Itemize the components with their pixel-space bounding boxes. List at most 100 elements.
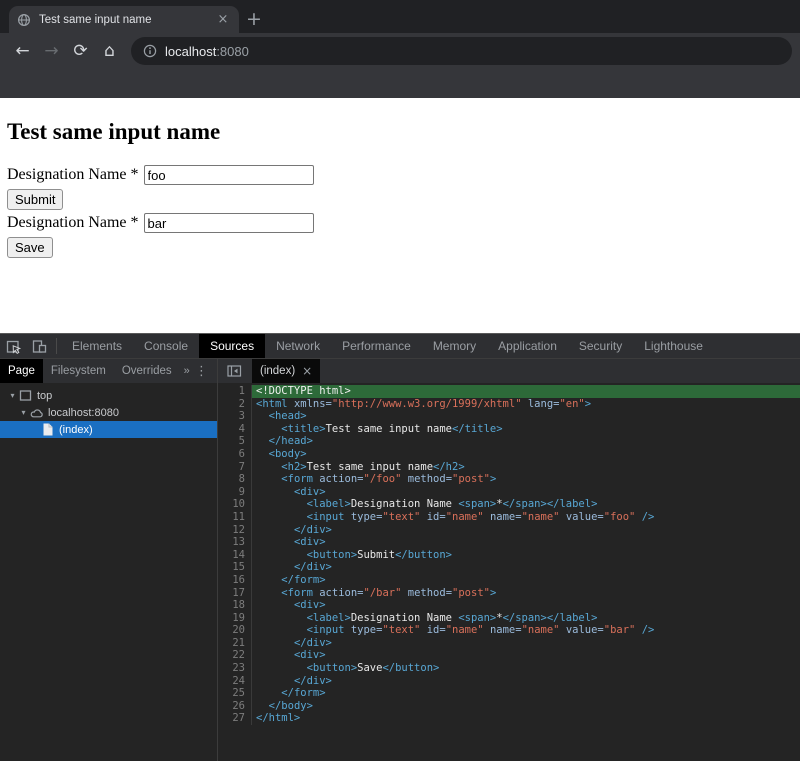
address-bar[interactable]: localhost:8080 bbox=[131, 37, 792, 65]
expand-arrow-icon[interactable]: ▾ bbox=[18, 408, 29, 417]
devtools-tab-elements[interactable]: Elements bbox=[61, 334, 133, 358]
navigator-tab-page[interactable]: Page bbox=[0, 359, 43, 383]
line-number[interactable]: 18 bbox=[218, 599, 252, 612]
line-number[interactable]: 10 bbox=[218, 498, 252, 511]
code-text[interactable]: <button>Save</button> bbox=[252, 662, 800, 675]
tab-close-icon[interactable]: × bbox=[215, 12, 231, 27]
inspect-element-icon[interactable] bbox=[0, 334, 26, 358]
code-text[interactable]: </div> bbox=[252, 561, 800, 574]
line-number[interactable]: 19 bbox=[218, 612, 252, 625]
line-number[interactable]: 8 bbox=[218, 473, 252, 486]
info-icon[interactable] bbox=[143, 44, 157, 58]
code-text[interactable]: </div> bbox=[252, 524, 800, 537]
code-text[interactable]: <!DOCTYPE html> bbox=[252, 385, 800, 398]
code-text[interactable]: <label>Designation Name <span>*</span></… bbox=[252, 612, 800, 625]
line-number[interactable]: 23 bbox=[218, 662, 252, 675]
devtools-tab-performance[interactable]: Performance bbox=[331, 334, 422, 358]
line-number[interactable]: 20 bbox=[218, 624, 252, 637]
browser-tab[interactable]: Test same input name × bbox=[9, 6, 239, 33]
more-options-icon[interactable]: ⋮ bbox=[195, 364, 208, 379]
editor-tab-index[interactable]: (index) × bbox=[252, 359, 320, 383]
web-page-content: Test same input name Designation Name * … bbox=[0, 98, 800, 333]
code-line-16: 16 </form> bbox=[218, 574, 800, 587]
code-text[interactable]: <title>Test same input name</title> bbox=[252, 423, 800, 436]
url-host: localhost bbox=[165, 44, 216, 59]
line-number[interactable]: 26 bbox=[218, 700, 252, 713]
line-number[interactable]: 6 bbox=[218, 448, 252, 461]
code-text[interactable]: </html> bbox=[252, 712, 800, 725]
line-number[interactable]: 25 bbox=[218, 687, 252, 700]
code-text[interactable]: <form action="/bar" method="post"> bbox=[252, 587, 800, 600]
code-text[interactable]: <head> bbox=[252, 410, 800, 423]
code-text[interactable]: </body> bbox=[252, 700, 800, 713]
line-number[interactable]: 16 bbox=[218, 574, 252, 587]
tree-item-localhost-8080[interactable]: ▾localhost:8080 bbox=[0, 404, 217, 421]
tree-item-top[interactable]: ▾top bbox=[0, 387, 217, 404]
line-number[interactable]: 12 bbox=[218, 524, 252, 537]
designation-input-1[interactable] bbox=[144, 165, 314, 185]
code-line-14: 14 <button>Submit</button> bbox=[218, 549, 800, 562]
navigator-tab-bar: PageFilesystemOverrides » ⋮ bbox=[0, 359, 218, 383]
devtools-tab-security[interactable]: Security bbox=[568, 334, 633, 358]
code-text[interactable]: </form> bbox=[252, 574, 800, 587]
line-number[interactable]: 15 bbox=[218, 561, 252, 574]
line-number[interactable]: 1 bbox=[218, 385, 252, 398]
editor-tab-close-icon[interactable]: × bbox=[302, 364, 312, 378]
code-text[interactable]: </div> bbox=[252, 675, 800, 688]
navigator-tab-overrides[interactable]: Overrides bbox=[114, 359, 180, 383]
code-text[interactable]: <div> bbox=[252, 486, 800, 499]
reload-button[interactable]: ⟳ bbox=[66, 37, 95, 65]
code-line-23: 23 <button>Save</button> bbox=[218, 662, 800, 675]
devtools-tab-console[interactable]: Console bbox=[133, 334, 199, 358]
new-tab-button[interactable]: + bbox=[239, 6, 269, 33]
source-editor[interactable]: 1<!DOCTYPE html>2<html xmlns="http://www… bbox=[218, 383, 800, 761]
save-button[interactable]: Save bbox=[7, 237, 53, 258]
devtools-tab-sources[interactable]: Sources bbox=[199, 334, 265, 358]
url-port: :8080 bbox=[216, 44, 249, 59]
home-button[interactable]: ⌂ bbox=[95, 37, 124, 65]
code-line-3: 3 <head> bbox=[218, 410, 800, 423]
line-number[interactable]: 9 bbox=[218, 486, 252, 499]
code-text[interactable]: <div> bbox=[252, 599, 800, 612]
code-text[interactable]: <html xmlns="http://www.w3.org/1999/xhtm… bbox=[252, 398, 800, 411]
code-text[interactable]: <input type="text" id="name" name="name"… bbox=[252, 624, 800, 637]
code-text[interactable]: </form> bbox=[252, 687, 800, 700]
tree-item--index-[interactable]: (index) bbox=[0, 421, 217, 438]
code-text[interactable]: </head> bbox=[252, 435, 800, 448]
device-toolbar-icon[interactable] bbox=[26, 334, 52, 358]
devtools-tab-application[interactable]: Application bbox=[487, 334, 568, 358]
devtools-tab-memory[interactable]: Memory bbox=[422, 334, 487, 358]
code-text[interactable]: <div> bbox=[252, 649, 800, 662]
code-text[interactable]: <body> bbox=[252, 448, 800, 461]
line-number[interactable]: 4 bbox=[218, 423, 252, 436]
line-number[interactable]: 14 bbox=[218, 549, 252, 562]
more-tabs-icon[interactable]: » bbox=[180, 365, 194, 377]
line-number[interactable]: 27 bbox=[218, 712, 252, 725]
designation-input-2[interactable] bbox=[144, 213, 314, 233]
code-text[interactable]: <form action="/foo" method="post"> bbox=[252, 473, 800, 486]
devtools-tab-network[interactable]: Network bbox=[265, 334, 331, 358]
line-number[interactable]: 13 bbox=[218, 536, 252, 549]
devtools-tab-lighthouse[interactable]: Lighthouse bbox=[633, 334, 714, 358]
line-number[interactable]: 17 bbox=[218, 587, 252, 600]
code-text[interactable]: </div> bbox=[252, 637, 800, 650]
line-number[interactable]: 22 bbox=[218, 649, 252, 662]
navigator-tab-filesystem[interactable]: Filesystem bbox=[43, 359, 114, 383]
back-button[interactable]: ← bbox=[8, 37, 37, 65]
submit-button[interactable]: Submit bbox=[7, 189, 63, 210]
code-text[interactable]: <input type="text" id="name" name="name"… bbox=[252, 511, 800, 524]
line-number[interactable]: 24 bbox=[218, 675, 252, 688]
forward-button[interactable]: → bbox=[37, 37, 66, 65]
line-number[interactable]: 11 bbox=[218, 511, 252, 524]
line-number[interactable]: 2 bbox=[218, 398, 252, 411]
code-text[interactable]: <div> bbox=[252, 536, 800, 549]
line-number[interactable]: 7 bbox=[218, 461, 252, 474]
code-text[interactable]: <h2>Test same input name</h2> bbox=[252, 461, 800, 474]
code-text[interactable]: <label>Designation Name <span>*</span></… bbox=[252, 498, 800, 511]
line-number[interactable]: 3 bbox=[218, 410, 252, 423]
line-number[interactable]: 21 bbox=[218, 637, 252, 650]
hide-navigator-icon[interactable] bbox=[222, 359, 246, 383]
line-number[interactable]: 5 bbox=[218, 435, 252, 448]
expand-arrow-icon[interactable]: ▾ bbox=[7, 391, 18, 400]
code-text[interactable]: <button>Submit</button> bbox=[252, 549, 800, 562]
